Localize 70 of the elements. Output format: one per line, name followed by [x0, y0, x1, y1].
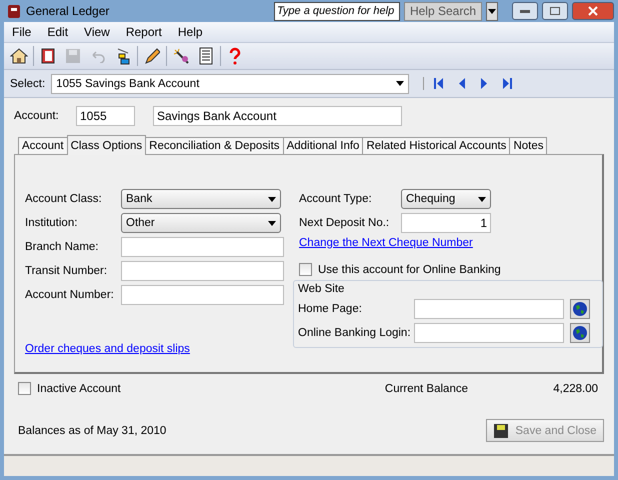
- dropdown-arrow-icon: [268, 196, 276, 202]
- tab[interactable]: Class Options: [66, 135, 146, 155]
- menu-item[interactable]: Report: [118, 25, 170, 39]
- field-label: Institution:: [25, 217, 78, 229]
- last-icon[interactable]: [500, 77, 512, 90]
- tab[interactable]: Reconciliation & Deposits: [145, 137, 284, 155]
- tab[interactable]: Notes: [509, 137, 548, 155]
- balances-date-text: Balances as of May 31, 2010: [18, 424, 166, 436]
- globe-button[interactable]: [570, 299, 590, 319]
- order-cheques-link[interactable]: Order cheques and deposit slips: [25, 343, 281, 355]
- ledger-book-icon: [6, 3, 22, 19]
- dropdown-arrow-icon: [478, 196, 486, 202]
- checkbox-label: Use this account for Online Banking: [318, 264, 501, 276]
- field-label: Home Page:: [298, 303, 363, 315]
- checkbox[interactable]: [299, 263, 312, 276]
- group-title: Web Site: [298, 283, 346, 295]
- account-number-field[interactable]: 1055: [76, 106, 135, 126]
- account-name-field[interactable]: Savings Bank Account: [153, 106, 402, 126]
- menu-item[interactable]: View: [76, 25, 118, 39]
- pencil-icon: [144, 47, 160, 65]
- input-field[interactable]: [121, 261, 284, 281]
- select-label: Select:: [10, 78, 46, 90]
- dropdown-arrow-icon: [488, 8, 496, 14]
- minimize-icon: [520, 10, 530, 12]
- account-type-dropdown[interactable]: Chequing: [401, 189, 491, 209]
- field-label: Online Banking Login:: [298, 327, 408, 339]
- book-icon: [40, 47, 56, 65]
- maximize-button[interactable]: [542, 2, 568, 20]
- account-label: Account:: [14, 110, 60, 122]
- globe-icon: [572, 325, 588, 341]
- menu-item[interactable]: Edit: [39, 25, 76, 39]
- change-cheque-number-link[interactable]: Change the Next Cheque Number: [299, 237, 603, 249]
- tab[interactable]: Related Historical Accounts: [362, 137, 510, 155]
- current-balance-value: 4,228.00: [552, 382, 599, 394]
- house-icon: [10, 47, 28, 65]
- field-label: Branch Name:: [25, 241, 100, 253]
- globe-icon: [572, 301, 588, 317]
- menu-item[interactable]: Help: [170, 25, 211, 39]
- checkbox-label: Inactive Account: [37, 382, 122, 394]
- minimize-button[interactable]: [512, 2, 538, 20]
- current-balance-label: Current Balance: [384, 382, 468, 394]
- close-icon: [588, 6, 598, 16]
- input-field[interactable]: [121, 237, 284, 257]
- field-label: Transit Number:: [25, 265, 108, 277]
- dropdown-arrow-icon: [268, 220, 276, 226]
- close-button[interactable]: [572, 2, 614, 20]
- dropdown[interactable]: Other: [121, 213, 281, 233]
- input-field[interactable]: [414, 299, 564, 319]
- next-deposit-field[interactable]: 1: [401, 213, 491, 233]
- checkbox[interactable]: [18, 382, 31, 395]
- help-search-field[interactable]: Type a question for help: [274, 2, 400, 20]
- tab[interactable]: Account: [18, 137, 68, 155]
- maximize-icon: [550, 7, 560, 15]
- undo-icon: [90, 49, 106, 63]
- globe-button[interactable]: [570, 323, 590, 343]
- input-field[interactable]: [121, 285, 284, 305]
- help-icon: [228, 47, 242, 65]
- input-field[interactable]: [414, 323, 564, 343]
- dropdown[interactable]: Bank: [121, 189, 281, 209]
- account-select[interactable]: 1055 Savings Bank Account: [51, 74, 410, 94]
- field-label: Account Class:: [25, 193, 103, 205]
- window-title: General Ledger: [26, 4, 110, 18]
- field-label: Account Number:: [25, 289, 115, 301]
- field-label: Next Deposit No.:: [299, 217, 390, 229]
- tab[interactable]: Additional Info: [282, 137, 364, 155]
- dropdown-arrow-icon: [396, 81, 404, 86]
- field-label: Account Type:: [299, 193, 373, 205]
- help-dropdown-button[interactable]: [486, 2, 498, 20]
- menu-item[interactable]: File: [4, 25, 40, 39]
- help-search-button[interactable]: Help Search: [404, 2, 482, 20]
